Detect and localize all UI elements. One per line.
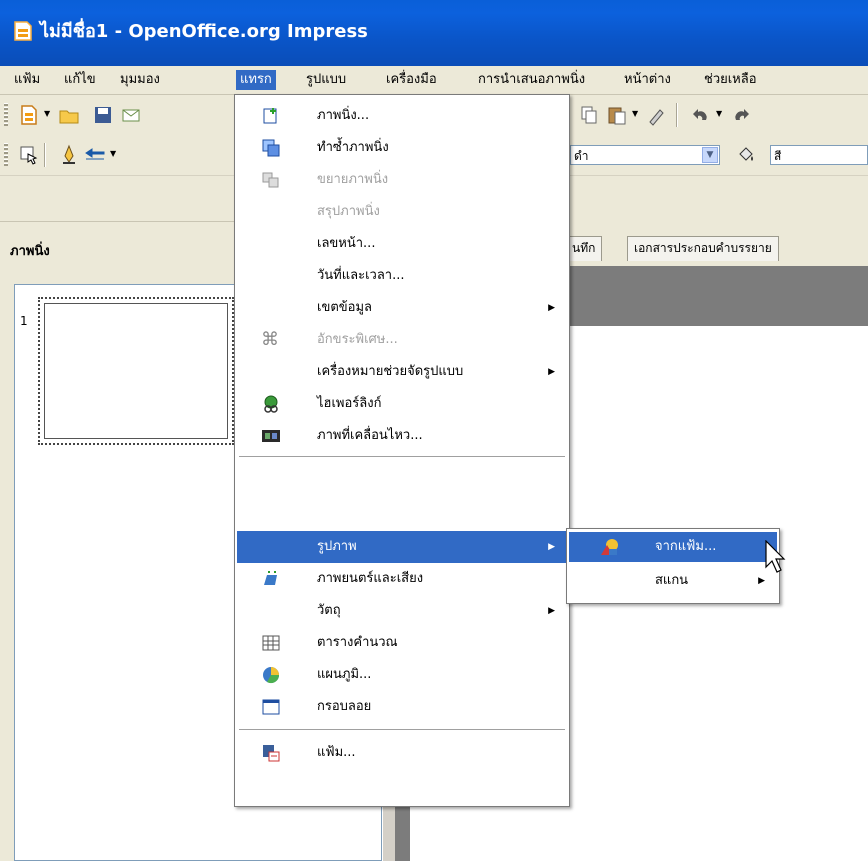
insert-file-icon [263, 745, 280, 762]
cursor-hand-icon[interactable] [18, 144, 40, 166]
menu-item-scan[interactable]: สแกน ▶ [569, 566, 777, 596]
movie-sound-icon [264, 571, 277, 585]
slides-pane-title: ภาพนิ่ง [10, 244, 50, 259]
menu-help[interactable]: ช่วยเหลือ [700, 70, 761, 90]
insert-menu: ภาพนิ่ง... ทำซ้ำภาพนิ่ง ขยายภาพนิ่ง สรุป… [234, 94, 570, 807]
mouse-cursor-icon [765, 540, 786, 573]
picture-from-file-icon [601, 539, 618, 555]
undo-icon[interactable] [690, 104, 712, 126]
new-dropdown-arrow-icon[interactable]: ▼ [44, 109, 50, 118]
menu-item-summary-slide[interactable]: สรุปภาพนิ่ง [237, 196, 567, 228]
menu-edit[interactable]: แก้ไข [60, 70, 100, 90]
floating-frame-icon [262, 699, 280, 715]
menu-item-file[interactable]: แฟ้ม... [237, 737, 567, 769]
menu-view[interactable]: มุมมอง [116, 70, 164, 90]
menu-item-animated-image[interactable]: ภาพที่เคลื่อนไหว... [237, 420, 567, 452]
save-icon[interactable] [92, 104, 114, 126]
tab-notes[interactable]: นทึก [565, 236, 603, 261]
line-color-value: ดำ [574, 149, 589, 163]
menu-item-object[interactable]: วัตถุ ▶ [237, 595, 567, 627]
arrow-style-dropdown-icon[interactable]: ▼ [110, 149, 116, 158]
chevron-down-icon[interactable]: ▼ [702, 147, 718, 163]
paste-icon[interactable] [606, 104, 628, 126]
toolbar-grip-2[interactable] [4, 143, 8, 167]
impress-window: ไม่มีชื่อ1 - OpenOffice.org Impress แฟ้ม… [0, 0, 868, 861]
spreadsheet-icon [262, 635, 280, 651]
new-document-icon[interactable] [18, 104, 40, 126]
submenu-arrow-icon: ▶ [548, 542, 555, 552]
menu-item-page-number[interactable]: เลขหน้า... [237, 228, 567, 260]
menu-bar: แฟ้ม แก้ไข มุมมอง แทรก รูปแบบ เครื่องมือ… [0, 66, 868, 95]
menu-item-spreadsheet[interactable]: ตารางคำนวณ [237, 627, 567, 659]
menu-item-movie-sound[interactable]: ภาพยนตร์และเสียง [237, 563, 567, 595]
picture-submenu: จากแฟ้ม... สแกน ▶ [566, 528, 780, 604]
menu-window[interactable]: หน้าต่าง [620, 70, 675, 90]
paste-dropdown-arrow-icon[interactable]: ▼ [632, 109, 638, 118]
menu-item-slide[interactable]: ภาพนิ่ง... [237, 100, 567, 132]
fill-style-value: สี [774, 149, 782, 163]
toolbar-grip[interactable] [4, 103, 8, 127]
undo-dropdown-arrow-icon[interactable]: ▼ [716, 109, 722, 118]
pen-icon[interactable] [58, 144, 80, 166]
window-title: ไม่มีชื่อ1 - OpenOffice.org Impress [40, 21, 368, 42]
hyperlink-icon [264, 395, 278, 413]
submenu-arrow-icon: ▶ [548, 606, 555, 616]
menu-item-special-character[interactable]: ⌘ อักขระพิเศษ... [237, 324, 567, 356]
tab-handout[interactable]: เอกสารประกอบคำบรรยาย [627, 236, 779, 261]
redo-icon[interactable] [730, 104, 752, 126]
menu-format[interactable]: รูปแบบ [302, 70, 350, 90]
menu-item-date-time[interactable]: วันที่และเวลา... [237, 260, 567, 292]
expand-slide-icon [262, 172, 279, 188]
menu-tools[interactable]: เครื่องมือ [382, 70, 441, 90]
slide-number: 1 [20, 314, 28, 328]
menu-item-chart[interactable]: แผนภูมิ... [237, 659, 567, 691]
special-character-icon: ⌘ [261, 329, 279, 350]
slide-thumbnail[interactable] [38, 297, 234, 445]
format-paintbrush-icon[interactable] [646, 104, 668, 126]
copy-icon[interactable] [578, 104, 600, 126]
menu-item-duplicate-slide[interactable]: ทำซ้ำภาพนิ่ง [237, 132, 567, 164]
submenu-arrow-icon: ▶ [548, 303, 555, 313]
menu-item-expand-slide[interactable]: ขยายภาพนิ่ง [237, 164, 567, 196]
open-folder-icon[interactable] [58, 104, 80, 126]
fill-style-combo[interactable]: สี [770, 145, 868, 165]
new-slide-icon [263, 108, 277, 124]
menu-file[interactable]: แฟ้ม [10, 70, 44, 90]
duplicate-slide-icon [262, 139, 280, 157]
line-color-combo[interactable]: ดำ ▼ [570, 145, 720, 165]
menu-item-formatting-mark[interactable]: เครื่องหมายช่วยจัดรูปแบบ ▶ [237, 356, 567, 388]
menu-slide-show[interactable]: การนำเสนอภาพนิ่ง [474, 70, 589, 90]
menu-item-fields[interactable]: เขตข้อมูล ▶ [237, 292, 567, 324]
menu-insert[interactable]: แทรก [236, 70, 276, 90]
menu-item-picture[interactable]: รูปภาพ ▶ [237, 531, 567, 563]
title-bar[interactable]: ไม่มีชื่อ1 - OpenOffice.org Impress [0, 0, 868, 66]
email-icon[interactable] [120, 104, 142, 126]
menu-item-picture-from-file[interactable]: จากแฟ้ม... [569, 532, 777, 562]
chart-icon [263, 667, 280, 684]
arrow-style-icon[interactable] [84, 144, 106, 166]
menu-item-hyperlink[interactable]: ไฮเพอร์ลิงก์ [237, 388, 567, 420]
fill-bucket-icon[interactable] [734, 144, 756, 166]
menu-item-floating-frame[interactable]: กรอบลอย [237, 691, 567, 723]
animated-image-icon [262, 430, 280, 442]
impress-app-icon [14, 21, 32, 41]
submenu-arrow-icon: ▶ [548, 367, 555, 377]
